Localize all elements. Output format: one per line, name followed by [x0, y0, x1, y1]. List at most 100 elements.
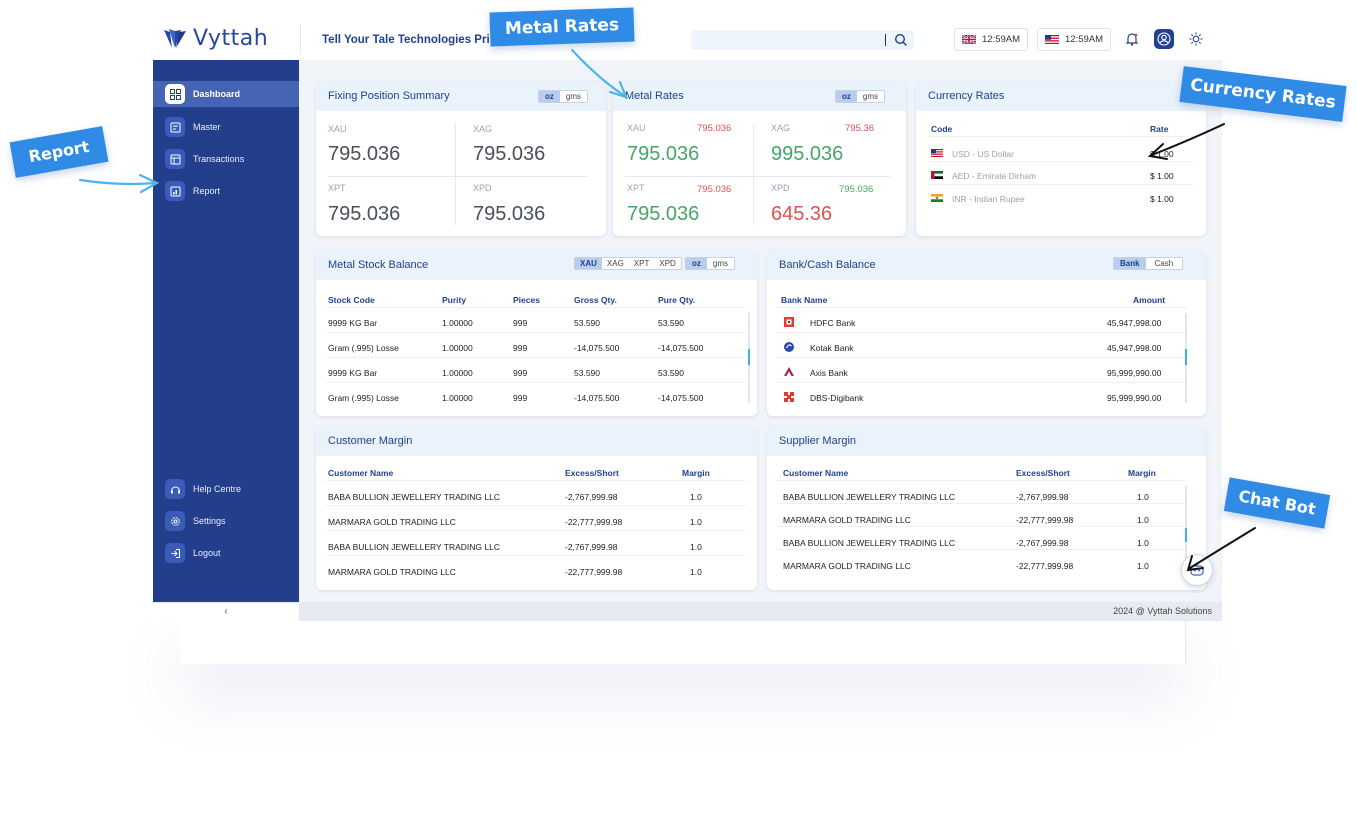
toggle-oz[interactable]: oz [539, 91, 560, 102]
company-name: Tell Your Tale Technologies Priva [322, 34, 490, 46]
logo[interactable]: Vyttah [163, 26, 268, 51]
sidebar-item-logout[interactable]: Logout [153, 540, 299, 566]
metal-code: XPT [328, 183, 346, 193]
row-divider [777, 549, 1187, 550]
card-title: Bank/Cash Balance [779, 259, 876, 271]
toggle-cash[interactable]: Cash [1146, 258, 1183, 269]
scrollbar[interactable] [748, 313, 750, 403]
sidebar-item-transactions[interactable]: Transactions [153, 146, 299, 172]
report-icon [165, 181, 185, 201]
us-flag-icon [1045, 35, 1059, 44]
card-title: Customer Margin [328, 435, 413, 447]
table-cell: BABA BULLION JEWELLERY TRADING LLC [328, 542, 500, 552]
bank-name: DBS-Digibank [810, 393, 864, 403]
sidebar-item-help-centre[interactable]: Help Centre [153, 476, 299, 502]
clock-us-time: 12:59AM [1065, 34, 1104, 45]
logo-text: Vyttah [193, 26, 269, 51]
column-header: Customer Name [328, 468, 394, 478]
currency-rate: $ 1.00 [1150, 171, 1174, 181]
metal-rate-change: 795.036 [839, 184, 874, 195]
bank-amount: 95,999,990.00 [1107, 393, 1162, 403]
sidebar-item-settings[interactable]: Settings [153, 508, 299, 534]
sidebar-item-label: Master [193, 122, 221, 132]
table-cell: -2,767,999.98 [1016, 538, 1069, 548]
table-cell: 1.0 [1137, 561, 1149, 571]
metal-toggle[interactable]: XAU XAG XPT XPD [574, 257, 682, 270]
table-cell: MARMARA GOLD TRADING LLC [783, 515, 911, 525]
table-cell: BABA BULLION JEWELLERY TRADING LLC [783, 538, 955, 548]
metal-code: XPD [473, 183, 492, 193]
table-cell: -2,767,999.98 [565, 542, 618, 552]
row-divider [326, 530, 746, 531]
main-content: Fixing Position Summary oz gms XAU 795.03… [299, 60, 1222, 602]
table-cell: 9999 KG Bar [328, 318, 378, 328]
table-cell: -14,075.500 [658, 343, 704, 353]
sidebar-collapse-button[interactable]: ‹ [153, 602, 299, 621]
toggle-gms[interactable]: gms [857, 91, 884, 102]
table-cell: -2,767,999.98 [1016, 492, 1069, 502]
sidebar-item-label: Report [193, 186, 221, 196]
toggle-oz[interactable]: oz [836, 91, 857, 102]
metal-value: 795.036 [473, 203, 546, 225]
metal-code: XAU [627, 123, 646, 133]
toggle-gms[interactable]: gms [707, 258, 734, 269]
arrow-report [78, 178, 157, 186]
bank-cash-card: Bank/Cash Balance Bank Cash Bank Name Amo… [767, 250, 1206, 416]
sidebar-item-label: Logout [193, 548, 221, 558]
sidebar-item-dashboard[interactable]: Dashboard [153, 81, 299, 107]
table-cell: 999 [513, 318, 528, 328]
row-divider [326, 480, 746, 481]
row-divider [777, 332, 1187, 333]
sidebar-item-master[interactable]: Master [153, 114, 299, 140]
table-cell: -14,075.500 [574, 343, 620, 353]
sidebar-item-label: Settings [193, 516, 226, 526]
row-divider [777, 357, 1187, 358]
bank-name: HDFC Bank [810, 318, 856, 328]
search-caret [885, 34, 886, 46]
bank-cash-toggle[interactable]: Bank Cash [1113, 257, 1184, 270]
theme-toggle-button[interactable] [1186, 29, 1206, 49]
table-cell: 1.0 [690, 492, 702, 502]
currency-rate: $ 1.00 [1150, 194, 1174, 204]
chat-bot-button[interactable] [1181, 554, 1213, 586]
app-shadow [180, 620, 1186, 664]
dashboard-icon [165, 84, 185, 104]
table-cell: -2,767,999.98 [565, 492, 618, 502]
column-header: Stock Code [328, 295, 375, 305]
row-divider [777, 526, 1187, 527]
table-cell: 1.00000 [442, 368, 473, 378]
kotak-icon [784, 342, 794, 352]
us-flag-icon [931, 149, 943, 157]
unit-toggle[interactable]: oz gms [835, 90, 886, 103]
header-divider [300, 24, 301, 54]
table-cell: 53.590 [658, 318, 684, 328]
scrollbar[interactable] [1185, 313, 1187, 403]
toggle-xag[interactable]: XAG [602, 258, 629, 269]
bank-cash-header: Bank/Cash Balance Bank Cash [767, 250, 1206, 280]
search-icon[interactable] [894, 33, 908, 47]
toggle-xpt[interactable]: XPT [629, 258, 655, 269]
sidebar-item-report[interactable]: Report [153, 178, 299, 204]
table-cell: -22,777,999.98 [1016, 561, 1074, 571]
toggle-xpd[interactable]: XPD [654, 258, 680, 269]
table-cell: 1.0 [690, 567, 702, 577]
notifications-button[interactable] [1122, 29, 1142, 49]
scrollbar[interactable] [1185, 486, 1187, 566]
logout-icon [165, 543, 185, 563]
toggle-xau[interactable]: XAU [575, 258, 602, 269]
search-input[interactable] [691, 30, 914, 50]
table-cell: 999 [513, 393, 528, 403]
bell-icon [1125, 33, 1139, 46]
table-cell: -14,075.500 [658, 393, 704, 403]
sidebar-item-label: Transactions [193, 154, 245, 164]
table-cell: 1.0 [1137, 492, 1149, 502]
column-header-rate: Rate [1150, 124, 1169, 134]
toggle-oz[interactable]: oz [686, 258, 707, 269]
row-divider [777, 382, 1187, 383]
toggle-bank[interactable]: Bank [1114, 258, 1146, 269]
table-cell: 1.0 [690, 542, 702, 552]
unit-toggle[interactable]: oz gms [538, 90, 589, 103]
unit-toggle[interactable]: oz gms [685, 257, 736, 270]
profile-button[interactable] [1154, 29, 1174, 49]
toggle-gms[interactable]: gms [560, 91, 587, 102]
